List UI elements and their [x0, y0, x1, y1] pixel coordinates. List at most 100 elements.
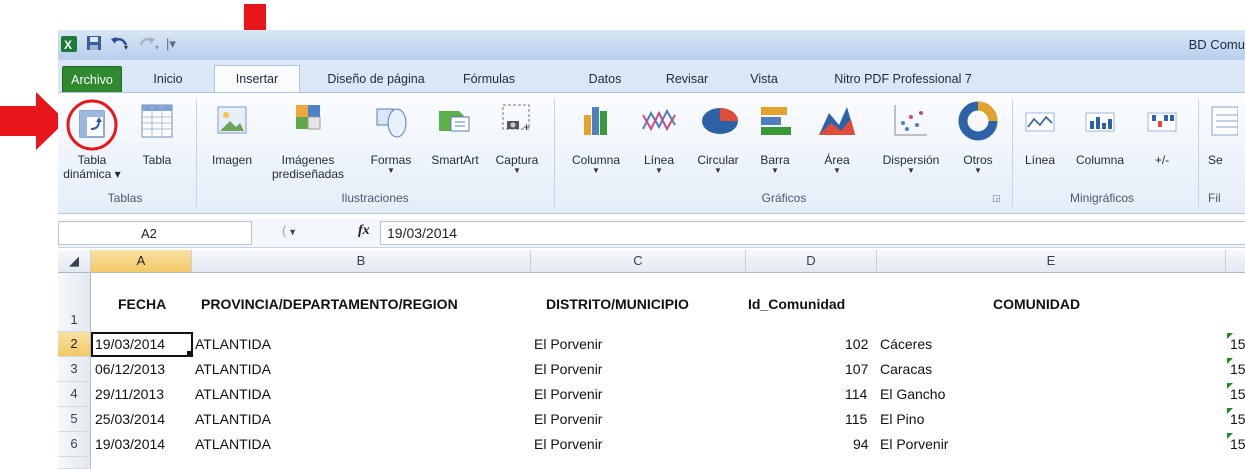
tab-nitro-pdf[interactable]: Nitro PDF Professional 7 [822, 66, 984, 92]
cell-comunidad[interactable]: El Porvenir [880, 436, 948, 452]
area-label: Área [824, 153, 850, 167]
tabla-dinamica-label-2: dinámica ▾ [63, 167, 121, 181]
formula-bar-divider: ( ◦ [282, 223, 295, 238]
cell-fecha[interactable]: 29/11/2013 [95, 386, 164, 402]
sparkline-columna-button[interactable]: Columna [1068, 99, 1132, 167]
save-icon[interactable] [86, 35, 102, 53]
dialog-launcher-icon[interactable]: ◲ [992, 193, 1001, 204]
cell-id[interactable]: 114 [845, 386, 867, 402]
cell-distrito[interactable]: El Porvenir [534, 336, 602, 352]
tab-insertar[interactable]: Insertar [214, 65, 300, 94]
column-header-f[interactable] [1226, 250, 1245, 273]
circular-label: Circular [697, 153, 739, 167]
error-indicator-icon [1227, 358, 1233, 364]
tab-datos[interactable]: Datos [582, 66, 628, 92]
group-label-minigraficos: Minigráficos [1069, 191, 1135, 205]
chevron-down-icon: ▼ [513, 166, 521, 175]
fill-handle[interactable] [187, 351, 192, 356]
bar-chart-icon [755, 99, 795, 151]
row-header-6[interactable]: 6 [58, 432, 91, 457]
column-header-a[interactable]: A [91, 250, 192, 273]
cell-distrito[interactable]: El Porvenir [534, 411, 602, 427]
header-id-comunidad[interactable]: Id_Comunidad [748, 296, 845, 312]
cell-provincia[interactable]: ATLANTIDA [195, 361, 271, 377]
group-separator [554, 99, 555, 207]
cell-provincia[interactable]: ATLANTIDA [195, 411, 271, 427]
cell-comunidad[interactable]: Cáceres [880, 336, 932, 352]
barra-chart-button[interactable]: Barra ▼ [752, 99, 798, 175]
cell-id[interactable]: 107 [845, 361, 868, 377]
tab-vista[interactable]: Vista [744, 66, 784, 92]
cell-fecha[interactable]: 25/03/2014 [95, 411, 165, 427]
tab-revisar[interactable]: Revisar [662, 66, 712, 92]
column-header-e[interactable]: E [877, 250, 1226, 273]
row-header-3[interactable]: 3 [58, 357, 91, 382]
captura-button[interactable]: + Captura ▼ [488, 99, 546, 175]
chevron-down-icon: ▼ [771, 166, 779, 175]
pie-chart-icon [698, 99, 738, 151]
svg-text:▾: ▾ [155, 43, 159, 51]
sparkline-ganancia-button[interactable]: +/- [1144, 99, 1180, 167]
excel-logo-icon: X [60, 35, 78, 53]
fx-icon[interactable]: fx [358, 223, 370, 239]
cell-comunidad[interactable]: Caracas [880, 361, 932, 377]
dispersion-label: Dispersión [882, 153, 940, 167]
column-header-d[interactable]: D [746, 250, 877, 273]
cell-fecha[interactable]: 19/03/2014 [95, 336, 165, 352]
linea-chart-button[interactable]: Línea ▼ [636, 99, 682, 175]
cell-distrito[interactable]: El Porvenir [534, 436, 602, 452]
cell-fecha[interactable]: 19/03/2014 [95, 436, 165, 452]
row-header-4[interactable]: 4 [58, 382, 91, 407]
circular-chart-button[interactable]: Circular ▼ [690, 99, 746, 175]
group-label-tablas: Tablas [107, 191, 143, 205]
columna-chart-button[interactable]: Columna ▼ [564, 99, 628, 175]
tabla-dinamica-button[interactable]: Tabla dinámica ▾ [62, 99, 122, 181]
cell-provincia[interactable]: ATLANTIDA [195, 386, 271, 402]
row-header-7[interactable] [58, 457, 91, 469]
cell-id[interactable]: 102 [845, 336, 868, 352]
shapes-icon [371, 99, 411, 151]
segmentacion-button[interactable]: Se [1208, 99, 1245, 167]
column-header-b[interactable]: B [192, 250, 531, 273]
imagen-button[interactable]: Imagen [204, 99, 260, 167]
row-header-2[interactable]: 2 [58, 332, 91, 357]
tab-formulas[interactable]: Fórmulas [456, 66, 522, 92]
cell-provincia[interactable]: ATLANTIDA [195, 336, 271, 352]
imagenes-prediseñadas-button[interactable]: Imágenes prediseñadas [270, 99, 346, 181]
area-chart-button[interactable]: Área ▼ [812, 99, 862, 175]
tab-archivo[interactable]: Archivo [62, 66, 122, 93]
cell-distrito[interactable]: El Porvenir [534, 361, 602, 377]
row-header-5[interactable]: 5 [58, 407, 91, 432]
tab-inicio[interactable]: Inicio [146, 66, 190, 92]
formas-button[interactable]: Formas ▼ [362, 99, 420, 175]
tabla-button[interactable]: Tabla [132, 99, 182, 167]
select-all-corner[interactable]: ◢ [58, 250, 91, 273]
cell-comunidad[interactable]: El Gancho [880, 386, 945, 402]
smartart-button[interactable]: SmartArt [424, 99, 486, 167]
tab-diseno-pagina[interactable]: Diseño de página [320, 66, 432, 92]
row-header-1[interactable]: 1 [58, 273, 91, 332]
cell-provincia[interactable]: ATLANTIDA [195, 436, 271, 452]
cell-id[interactable]: 115 [845, 411, 867, 427]
otros-chart-button[interactable]: Otros ▼ [954, 99, 1002, 175]
undo-icon[interactable]: ▾ [110, 35, 130, 53]
header-provincia[interactable]: PROVINCIA/DEPARTAMENTO/REGION [201, 296, 458, 312]
header-comunidad[interactable]: COMUNIDAD [993, 296, 1080, 312]
cell-distrito[interactable]: El Porvenir [534, 386, 602, 402]
sparkline-ganancia-label: +/- [1154, 153, 1170, 167]
cell-fecha[interactable]: 06/12/2013 [95, 361, 165, 377]
sparkline-linea-button[interactable]: Línea [1020, 99, 1060, 167]
redo-icon[interactable]: ▾ [138, 35, 162, 53]
formula-input[interactable]: 19/03/2014 [380, 221, 1245, 245]
smartart-label: SmartArt [431, 153, 479, 167]
name-box[interactable]: A2 ▼ [58, 221, 297, 245]
customize-toolbar-icon[interactable]: |▾ [166, 35, 176, 53]
cell-comunidad[interactable]: El Pino [880, 411, 924, 427]
header-distrito[interactable]: DISTRITO/MUNICIPIO [546, 296, 689, 312]
chevron-down-icon: ▼ [592, 166, 600, 175]
cell-id[interactable]: 94 [853, 436, 869, 452]
column-header-c[interactable]: C [531, 250, 746, 273]
header-fecha[interactable]: FECHA [118, 296, 166, 312]
dispersion-chart-button[interactable]: Dispersión ▼ [866, 99, 956, 175]
name-box-value: A2 [141, 226, 157, 241]
